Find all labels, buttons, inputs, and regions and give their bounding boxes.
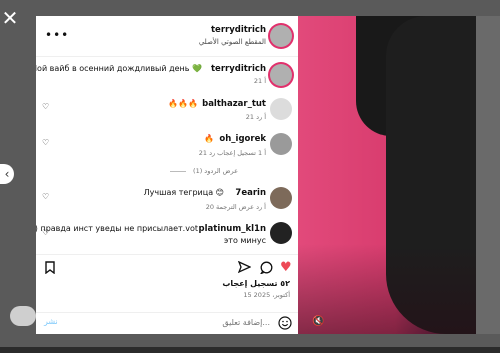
comments-panel: ••• terryditrich المقطع الصوتي الأصلي te… [36, 16, 298, 334]
post-author[interactable]: terryditrich [211, 25, 266, 35]
view-replies[interactable]: عرض الردود (1) [193, 167, 238, 175]
comment-username[interactable]: terryditrich [211, 64, 266, 74]
avatar[interactable] [270, 64, 292, 86]
close-icon[interactable]: ✕ [0, 8, 20, 28]
previous-post-thumbnail[interactable] [10, 306, 36, 326]
avatar[interactable] [270, 222, 292, 244]
comment-username[interactable]: 7earin [235, 188, 266, 198]
likes-count[interactable]: ٥٢ تسجيل إعجاب [222, 279, 290, 288]
avatar[interactable] [270, 98, 292, 120]
comment-meta: 21 أ [253, 77, 266, 85]
comment-input[interactable]: إضافة تعليق... [222, 318, 270, 327]
comment-text: 🔥🔥🔥 [168, 99, 198, 108]
bookmark-icon[interactable] [44, 261, 56, 278]
post-button[interactable]: نشر [44, 317, 58, 326]
mute-icon[interactable]: 🔇 [312, 316, 324, 328]
comment-username[interactable]: balthazar_tut [202, 99, 266, 109]
post-audio[interactable]: المقطع الصوتي الأصلي [199, 38, 266, 46]
comment-text: Лучшая тегрица 😊 [143, 188, 224, 197]
avatar[interactable] [270, 133, 292, 155]
comment-text: Мой вайб в осенний дождливый день 💚 [36, 64, 202, 73]
heart-icon[interactable]: ♡ [42, 102, 49, 111]
share-icon[interactable] [237, 260, 252, 278]
comment-icon[interactable] [259, 261, 273, 278]
post-header: ••• terryditrich المقطع الصوتي الأصلي [36, 16, 298, 57]
comment-text: 🔥 [204, 134, 214, 143]
heart-icon[interactable]: ♡ [42, 138, 49, 147]
comment-username[interactable]: platinum_kl1n [199, 224, 266, 234]
side-gutter [476, 16, 500, 334]
comment-meta: 21 أ 1 تسجيل إعجاب رد [198, 149, 266, 157]
comment-username[interactable]: oh_igorek [219, 134, 266, 144]
heart-icon[interactable]: ♡ [42, 192, 49, 201]
more-icon[interactable]: ••• [45, 28, 69, 42]
author-avatar[interactable] [270, 25, 292, 47]
post-date: 15 أكتوبر، 2025 [243, 291, 290, 299]
comment-composer: نشر إضافة تعليق... [36, 312, 298, 334]
emoji-icon[interactable] [278, 315, 292, 334]
heart-icon[interactable]: ♥ [280, 261, 292, 275]
avatar[interactable] [270, 187, 292, 209]
comment-meta: 20 أ رد عرض الترجمة [205, 203, 266, 211]
replies-divider [170, 171, 186, 172]
action-bar: ♥ [36, 254, 298, 281]
comment-meta: 21 أ رد [245, 113, 266, 121]
comment-text-continued: это минус [223, 236, 266, 245]
comment-text: Имба) правда инст уведы не присылает.vot [36, 224, 198, 233]
bottom-strip [0, 347, 500, 353]
reel-video[interactable] [296, 16, 476, 334]
